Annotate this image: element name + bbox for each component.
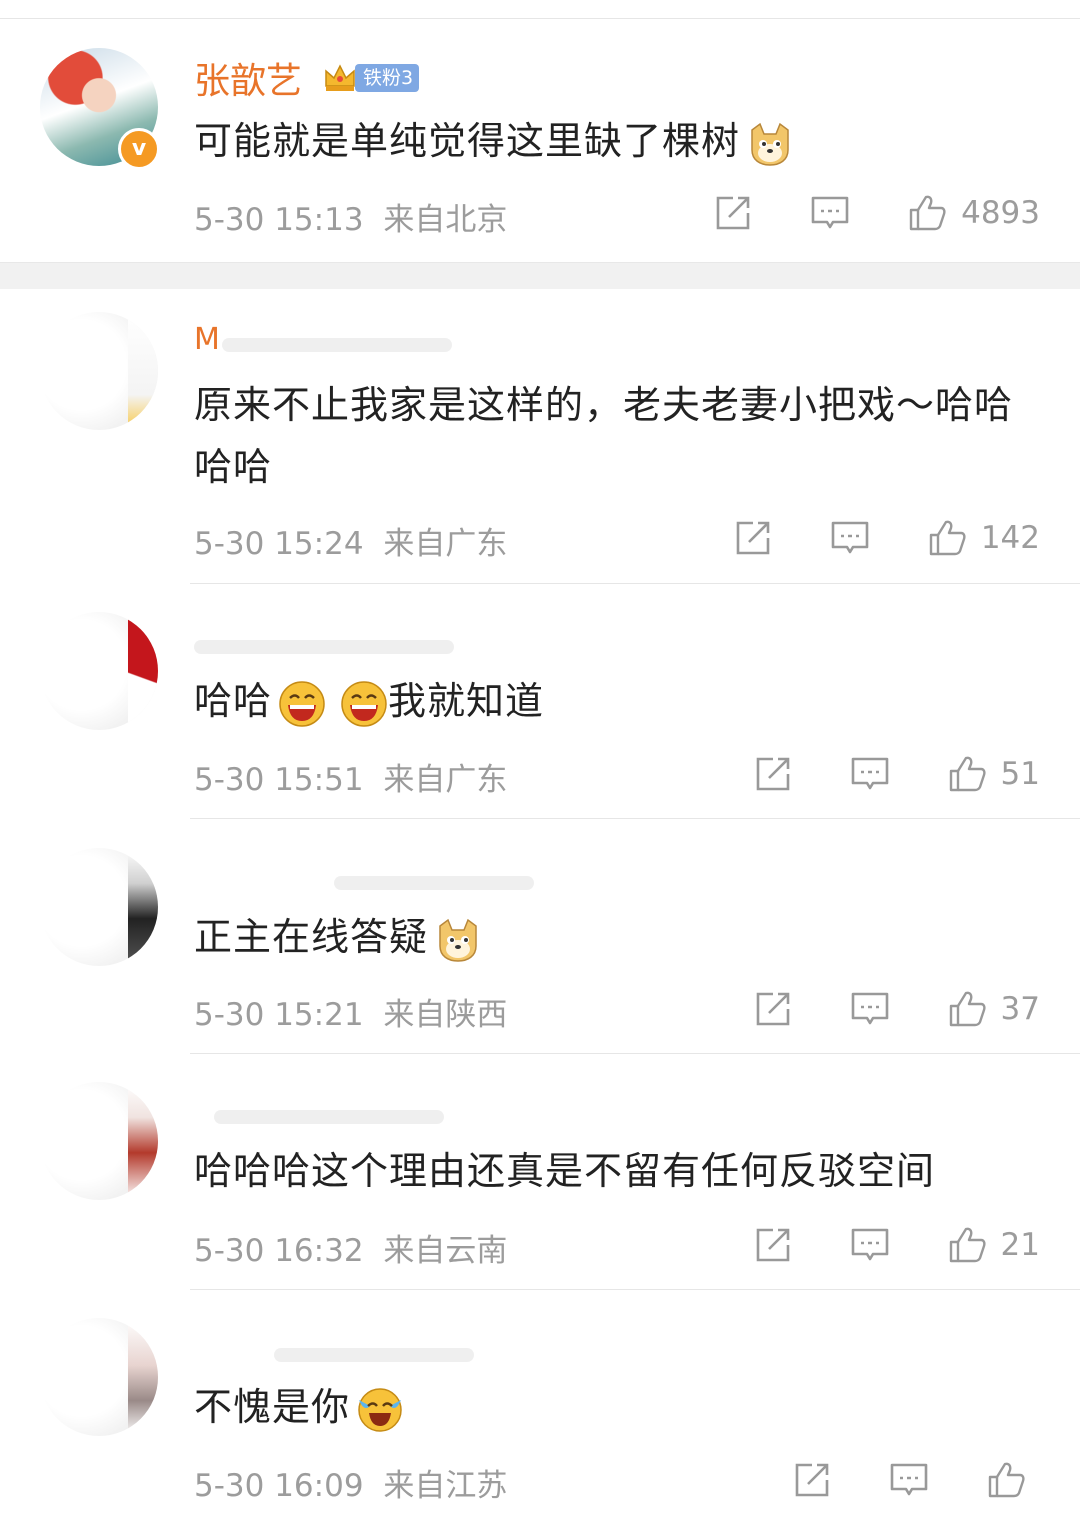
comment-text: 可能就是单纯觉得这里缺了棵树	[194, 110, 1044, 172]
share-icon[interactable]	[753, 989, 793, 1029]
comment-location: 来自云南	[383, 1233, 508, 1269]
comment-text-body: 不愧是你	[194, 1385, 351, 1429]
like-icon[interactable]	[927, 518, 967, 558]
comment-meta: 5-30 15:13 来自北京	[194, 194, 507, 239]
reply-icon[interactable]	[889, 1460, 929, 1500]
comment-text: 哈哈 我就知道	[194, 670, 1044, 732]
verified-badge-icon: v	[118, 128, 160, 170]
reply-icon[interactable]	[850, 989, 890, 1029]
reply-icon[interactable]	[850, 1225, 890, 1265]
comment-text-body: 正主在线答疑	[194, 915, 429, 959]
comment-location: 来自广东	[383, 526, 508, 562]
like-count: 51	[1000, 756, 1040, 792]
username-blurred	[214, 1110, 444, 1124]
comment-text: 正主在线答疑	[194, 906, 1044, 968]
comment-actions	[792, 1460, 1040, 1500]
comment-text-a: 哈哈	[194, 679, 273, 723]
divider	[190, 818, 1080, 819]
like-count: 4893	[961, 195, 1040, 231]
comment-time: 5-30 16:09	[194, 1468, 364, 1504]
comment-meta: 5-30 15:51 来自广东	[194, 754, 507, 799]
comment-time: 5-30 15:51	[194, 762, 364, 798]
comment-text: 哈哈哈这个理由还真是不留有任何反驳空间	[194, 1149, 936, 1193]
comment-actions: 51	[753, 754, 1040, 794]
comment-actions: 37	[753, 989, 1040, 1029]
share-icon[interactable]	[733, 518, 773, 558]
cry-laugh-emoji-icon	[356, 1386, 404, 1434]
like-icon[interactable]	[947, 989, 987, 1029]
comment-text-body: 可能就是单纯觉得这里缺了棵树	[194, 119, 741, 163]
comment-actions: 142	[733, 518, 1040, 558]
avatar[interactable]	[40, 1318, 158, 1436]
comment-time: 5-30 16:32	[194, 1233, 364, 1269]
comment-time: 5-30 15:13	[194, 202, 364, 238]
comment-text: 原来不止我家是这样的，老夫老妻小把戏～哈哈哈哈	[194, 383, 1014, 489]
doge-emoji-icon	[746, 120, 794, 168]
comment-meta: 5-30 16:09 来自江苏	[194, 1460, 507, 1505]
comment-meta: 5-30 16:32 来自云南	[194, 1225, 507, 1270]
reply-icon[interactable]	[830, 518, 870, 558]
like-count: 37	[1000, 991, 1040, 1027]
comment-actions: 21	[753, 1225, 1040, 1265]
username-blurred	[222, 338, 452, 352]
fan-level-label: 铁粉3	[355, 64, 420, 92]
like-icon[interactable]	[907, 193, 947, 233]
divider	[190, 583, 1080, 584]
username-blurred	[194, 640, 454, 654]
username[interactable]: 张歆艺	[194, 52, 302, 104]
username-blurred	[334, 876, 534, 890]
share-icon[interactable]	[792, 1460, 832, 1500]
comment-time: 5-30 15:24	[194, 526, 364, 562]
divider	[190, 1053, 1080, 1054]
comment-actions: 4893	[713, 193, 1040, 233]
username[interactable]: M	[194, 322, 220, 357]
share-icon[interactable]	[753, 754, 793, 794]
comment-text: 不愧是你	[194, 1376, 1044, 1438]
doge-emoji-icon	[434, 916, 482, 964]
share-icon[interactable]	[753, 1225, 793, 1265]
reply-icon[interactable]	[810, 193, 850, 233]
laugh-emoji-icon	[340, 680, 388, 728]
comment-location: 来自广东	[383, 762, 508, 798]
comment-meta: 5-30 15:24 来自广东	[194, 518, 507, 563]
avatar[interactable]	[40, 612, 158, 730]
avatar[interactable]	[40, 1082, 158, 1200]
share-icon[interactable]	[713, 193, 753, 233]
like-icon[interactable]	[947, 1225, 987, 1265]
comment-location: 来自陕西	[383, 997, 508, 1033]
comment-location: 来自江苏	[383, 1468, 508, 1504]
username-blurred	[274, 1348, 474, 1362]
comment-text-b: 我就知道	[388, 679, 545, 723]
comment-meta: 5-30 15:21 来自陕西	[194, 989, 507, 1034]
like-icon[interactable]	[986, 1460, 1026, 1500]
crown-icon	[325, 64, 355, 91]
top-divider	[0, 18, 1080, 19]
avatar[interactable]	[40, 848, 158, 966]
divider	[190, 1289, 1080, 1290]
comment-time: 5-30 15:21	[194, 997, 364, 1033]
avatar[interactable]	[40, 312, 158, 430]
reply-icon[interactable]	[850, 754, 890, 794]
laugh-emoji-icon	[278, 680, 326, 728]
fan-badge[interactable]: 铁粉3	[323, 62, 420, 94]
like-count: 142	[980, 520, 1040, 556]
like-icon[interactable]	[947, 754, 987, 794]
like-count: 21	[1000, 1227, 1040, 1263]
comment-location: 来自北京	[383, 202, 508, 238]
section-gap	[0, 262, 1080, 289]
